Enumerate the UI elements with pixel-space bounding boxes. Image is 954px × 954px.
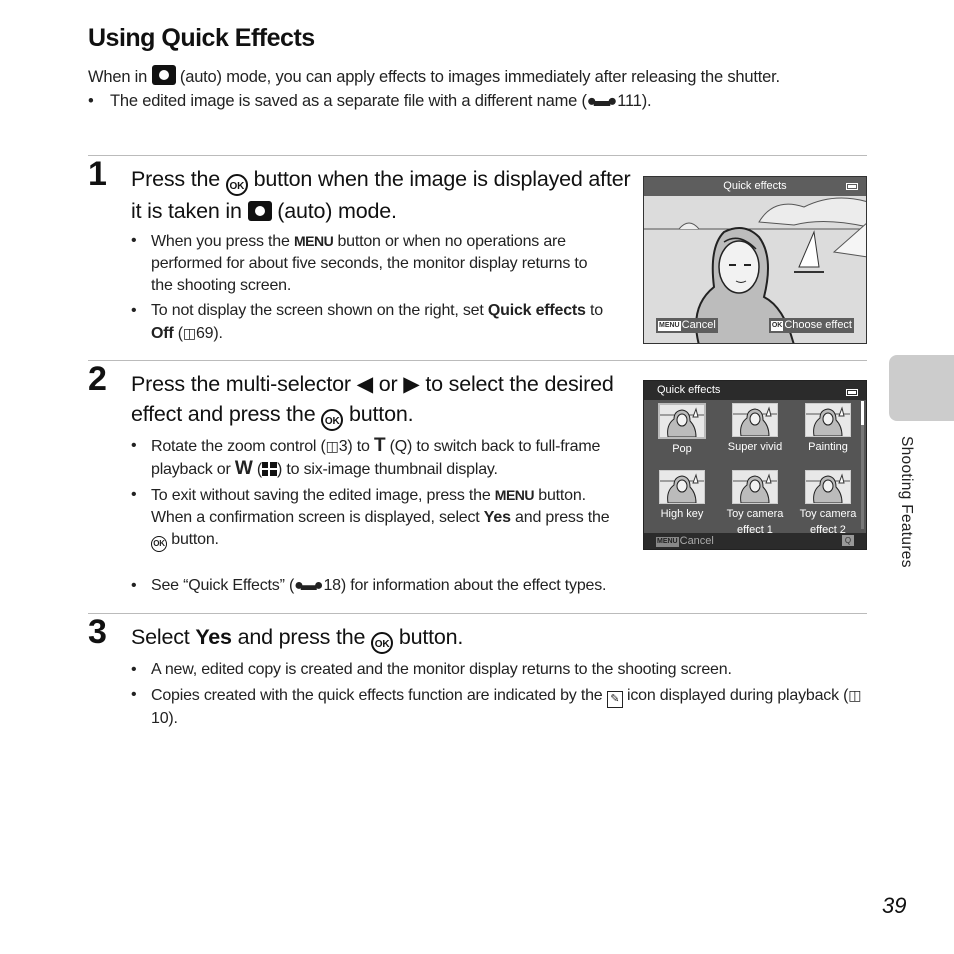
section-label: Shooting Features xyxy=(898,436,915,568)
zoom-icon[interactable]: Q xyxy=(842,535,854,546)
right-arrow-icon: ▶ xyxy=(403,372,420,396)
wide-w-icon: W xyxy=(234,458,253,479)
effect-label: High key xyxy=(660,508,704,520)
effect-thumbnail[interactable]: Pop xyxy=(652,403,712,457)
cancel-button[interactable]: Cancel xyxy=(680,535,714,547)
menu-button-label: MENU xyxy=(494,487,535,503)
screen-footer: MENU Cancel Q xyxy=(644,533,866,549)
step-1-bullet: When you press the MENU button or when n… xyxy=(131,230,611,297)
step-3-bullet: A new, edited copy is created and the mo… xyxy=(131,659,871,681)
camera-screen-effect-select: Quick effects Pop Super vivid Painting High… xyxy=(643,380,867,550)
effect-label: Painting xyxy=(808,441,848,453)
step-1-heading: Press the OK button when the image is di… xyxy=(131,167,631,223)
divider xyxy=(88,155,867,156)
effect-preview-image xyxy=(732,403,778,437)
step-2-bullet: To exit without saving the edited image,… xyxy=(131,484,611,552)
step-3-bullet: Copies created with the quick effects fu… xyxy=(131,684,871,730)
ok-button-icon: OK xyxy=(371,632,394,654)
page-reference[interactable]: 69 xyxy=(196,325,214,342)
intro-bullet: The edited image is saved as a separate … xyxy=(88,89,848,113)
book-ref-icon: ◫ xyxy=(848,687,862,703)
battery-icon xyxy=(846,389,858,396)
intro-paragraph: When in (auto) mode, you can apply effec… xyxy=(88,65,848,89)
ok-button-icon: OK xyxy=(225,174,248,196)
effect-thumbnail[interactable]: Painting xyxy=(798,403,858,455)
effect-label: Super vivid xyxy=(727,441,783,453)
effect-thumbnail[interactable]: Toy camera effect 1 xyxy=(725,470,785,538)
binoculars-ref-icon: ●▬● xyxy=(294,577,323,594)
divider xyxy=(88,360,867,361)
cancel-button[interactable]: MENU Cancel xyxy=(656,318,718,333)
step-number-2: 2 xyxy=(88,360,107,398)
binoculars-ref-icon: ●▬● xyxy=(586,92,617,110)
step-number-3: 3 xyxy=(88,613,107,651)
effect-preview-image xyxy=(732,470,778,504)
effect-preview-image xyxy=(805,470,851,504)
effect-preview-image xyxy=(658,403,706,439)
step-1-body: When you press the MENU button or when n… xyxy=(131,230,611,348)
book-ref-icon: ◫ xyxy=(325,438,339,454)
effect-preview-image xyxy=(659,470,705,504)
step-3-body: A new, edited copy is created and the mo… xyxy=(131,659,871,733)
page-reference[interactable]: 111 xyxy=(617,92,642,110)
menu-button-label: MENU xyxy=(293,233,334,249)
menu-tag-icon: MENU xyxy=(656,537,679,547)
thumbnail-grid-icon xyxy=(262,462,277,476)
ok-button-icon: OK xyxy=(321,409,344,431)
step-3-heading: Select Yes and press the OK button. xyxy=(131,622,831,654)
step-2-extra-bullet: See “Quick Effects” (●▬●18) for informat… xyxy=(131,575,691,600)
tele-t-icon: T xyxy=(373,435,386,456)
choose-effect-button[interactable]: OK Choose effect xyxy=(768,318,854,333)
zoom-q-icon: Q xyxy=(394,438,408,455)
effect-preview-image xyxy=(805,403,851,437)
page-reference[interactable]: 18 xyxy=(323,577,341,594)
effect-thumbnail[interactable]: Super vivid xyxy=(725,403,785,455)
page-number: 39 xyxy=(882,893,907,918)
step-2-body: Rotate the zoom control (◫3) to T (Q) to… xyxy=(131,435,611,555)
section-tab[interactable] xyxy=(889,355,954,421)
scrollbar[interactable] xyxy=(861,401,864,529)
page-title: Using Quick Effects xyxy=(88,24,315,52)
step-2-heading: Press the multi-selector ◀ or ▶ to selec… xyxy=(131,369,631,431)
intro-text: When in (auto) mode, you can apply effec… xyxy=(88,65,848,113)
screen-title-bar: Quick effects xyxy=(644,381,866,400)
ok-tag-icon: OK xyxy=(770,321,784,331)
divider xyxy=(88,613,867,614)
page-reference[interactable]: 10 xyxy=(151,710,169,727)
effect-label: Pop xyxy=(672,443,692,455)
camera-auto-mode-icon xyxy=(151,65,176,85)
menu-tag-icon: MENU xyxy=(658,321,681,331)
step-2-bullet: Rotate the zoom control (◫3) to T (Q) to… xyxy=(131,435,611,481)
quick-effects-edited-icon: ✎ xyxy=(606,691,623,708)
camera-screen-quick-effects: Quick effects MENU Cancel OK Choose effect xyxy=(643,176,867,344)
effect-thumbnail[interactable]: Toy camera effect 2 xyxy=(798,470,858,538)
screen-title-bar: Quick effects xyxy=(644,177,866,196)
step-number-1: 1 xyxy=(88,155,107,193)
book-ref-icon: ◫ xyxy=(182,325,196,341)
ok-button-icon: OK xyxy=(151,536,167,552)
step-1-bullet: To not display the screen shown on the r… xyxy=(131,300,611,345)
battery-icon xyxy=(846,183,858,190)
effect-thumbnail[interactable]: High key xyxy=(652,470,712,522)
left-arrow-icon: ◀ xyxy=(356,372,374,396)
step-2-bullet: See “Quick Effects” (●▬●18) for informat… xyxy=(131,575,691,597)
camera-auto-mode-icon xyxy=(247,201,272,221)
